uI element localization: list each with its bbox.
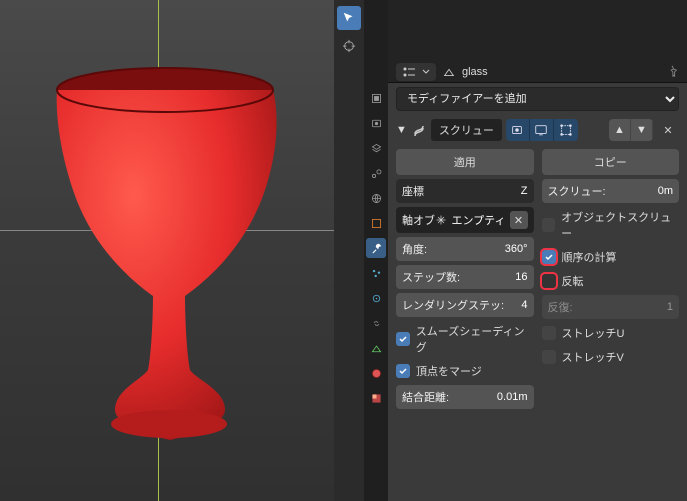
collapse-toggle[interactable]: ▼	[396, 124, 407, 136]
tab-data[interactable]	[366, 338, 386, 358]
properties-tab-bar	[364, 0, 388, 501]
steps-field[interactable]: ステップ数:16	[396, 265, 534, 289]
modifier-right-column: コピー スクリュー:0m オブジェクトスクリュー 順序の計算 反転 反復:1 ス…	[542, 149, 680, 409]
properties-context-button[interactable]	[396, 63, 436, 81]
chevron-down-icon	[422, 68, 430, 76]
toolbar-rail	[334, 0, 364, 501]
move-up-button[interactable]: ▲	[609, 119, 631, 141]
iterations-field[interactable]: 反復:1	[542, 295, 680, 319]
viewport-3d[interactable]	[0, 0, 334, 501]
modifier-header: ▼ スクリュー ▲ ▼ ✕	[388, 115, 687, 145]
tab-texture[interactable]	[366, 388, 386, 408]
tool-cursor[interactable]	[337, 34, 361, 58]
mesh-object-glass[interactable]	[25, 60, 305, 480]
smooth-shading-checkbox[interactable]: スムーズシェーディング	[396, 321, 534, 357]
object-screw-checkbox[interactable]: オブジェクトスクリュー	[542, 207, 680, 243]
merge-vertices-checkbox[interactable]: 頂点をマージ	[396, 361, 534, 381]
tab-material[interactable]	[366, 363, 386, 383]
object-name: glass	[462, 66, 488, 78]
tab-particles[interactable]	[366, 263, 386, 283]
tab-physics[interactable]	[366, 288, 386, 308]
tab-object[interactable]	[366, 213, 386, 233]
show-viewport-button[interactable]	[530, 119, 554, 141]
axis-field[interactable]: 座標Z	[396, 179, 534, 203]
add-modifier-row: モディファイアーを追加	[388, 83, 687, 115]
tab-output[interactable]	[366, 113, 386, 133]
move-down-button[interactable]: ▼	[631, 119, 653, 141]
modifier-name-field[interactable]: スクリュー	[431, 119, 502, 141]
axis-object-field[interactable]: 軸オブ エンプティ ✕	[396, 207, 534, 233]
properties-header: glass	[388, 0, 687, 83]
clear-axis-object-button[interactable]: ✕	[510, 211, 528, 229]
angle-field[interactable]: 角度:360°	[396, 237, 534, 261]
merge-distance-field[interactable]: 結合距離:0.01m	[396, 385, 534, 409]
options-icon	[402, 66, 418, 78]
stretch-v-checkbox[interactable]: ストレッチV	[542, 347, 680, 367]
stretch-u-checkbox[interactable]: ストレッチU	[542, 323, 680, 343]
pin-icon[interactable]	[665, 64, 679, 81]
tab-view-layer[interactable]	[366, 138, 386, 158]
modifier-visibility-buttons	[506, 119, 578, 141]
modifier-left-column: 適用 座標Z 軸オブ エンプティ ✕ 角度:360° ステップ数:16 レンダリ…	[396, 149, 534, 409]
tab-render[interactable]	[366, 88, 386, 108]
show-render-button[interactable]	[506, 119, 530, 141]
show-editmode-button[interactable]	[554, 119, 578, 141]
mesh-data-icon	[442, 65, 456, 79]
remove-modifier-button[interactable]: ✕	[657, 119, 679, 141]
tab-constraints[interactable]	[366, 313, 386, 333]
properties-panel: glass モディファイアーを追加 ▼ スクリュー ▲ ▼ ✕ 適用 座標Z	[388, 0, 687, 501]
tab-scene[interactable]	[366, 163, 386, 183]
empty-icon	[435, 214, 447, 226]
tab-world[interactable]	[366, 188, 386, 208]
apply-button[interactable]: 適用	[396, 149, 534, 175]
modifier-move-buttons: ▲ ▼	[609, 119, 653, 141]
screw-offset-field[interactable]: スクリュー:0m	[542, 179, 680, 203]
calc-order-checkbox[interactable]: 順序の計算	[542, 247, 680, 267]
flip-checkbox[interactable]: 反転	[542, 271, 680, 291]
tool-select-box[interactable]	[337, 6, 361, 30]
tab-modifiers[interactable]	[366, 238, 386, 258]
screw-modifier-icon	[411, 122, 427, 138]
add-modifier-dropdown[interactable]: モディファイアーを追加	[396, 87, 679, 111]
render-steps-field[interactable]: レンダリングステッ:4	[396, 293, 534, 317]
copy-button[interactable]: コピー	[542, 149, 680, 175]
